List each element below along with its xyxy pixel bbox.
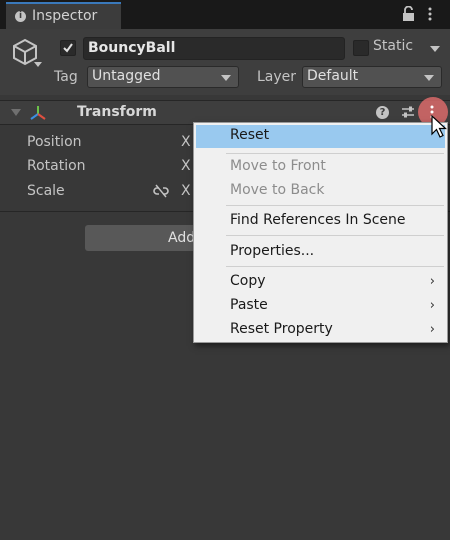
menu-separator: [226, 153, 444, 154]
menu-item-find-references[interactable]: Find References In Scene: [196, 210, 445, 233]
component-title: Transform: [77, 104, 157, 120]
menu-item-label: Move to Back: [230, 182, 325, 198]
menu-separator: [226, 266, 444, 267]
static-checkbox[interactable]: [353, 40, 369, 56]
menu-item-move-to-back: Move to Back: [196, 180, 445, 203]
object-name-field[interactable]: BouncyBall: [83, 37, 345, 60]
scale-x-label[interactable]: X: [181, 183, 191, 199]
tab-label: Inspector: [32, 8, 98, 24]
menu-item-properties[interactable]: Properties...: [196, 241, 445, 264]
tab-inspector[interactable]: i Inspector: [6, 2, 121, 29]
chevron-down-icon: [424, 75, 434, 81]
position-label: Position: [27, 134, 82, 150]
menu-item-reset-property[interactable]: Reset Property ›: [196, 319, 445, 342]
rotation-label: Rotation: [27, 158, 86, 174]
lock-icon[interactable]: [402, 6, 415, 22]
chevron-down-icon[interactable]: [34, 62, 42, 67]
chevron-right-icon: ›: [429, 274, 435, 289]
help-icon[interactable]: ?: [376, 106, 389, 119]
chevron-right-icon: ›: [429, 322, 435, 337]
layer-dropdown[interactable]: Default: [302, 66, 442, 88]
layer-value: Default: [307, 68, 359, 84]
tag-label: Tag: [54, 69, 78, 85]
layer-label: Layer: [257, 69, 297, 85]
menu-item-label: Move to Front: [230, 158, 326, 174]
scale-label: Scale: [27, 183, 65, 199]
active-checkbox[interactable]: [60, 40, 76, 56]
object-header: BouncyBall Static Tag Untagged Layer Def…: [0, 29, 450, 95]
preset-sliders-icon[interactable]: [401, 105, 415, 119]
context-menu: Reset Move to Front Move to Back Find Re…: [193, 122, 448, 343]
menu-item-label: Find References In Scene: [230, 212, 406, 228]
menu-item-label: Reset Property: [230, 321, 333, 337]
menu-item-paste[interactable]: Paste ›: [196, 295, 445, 318]
mouse-cursor-icon: [431, 115, 447, 138]
transform-axes-icon: [30, 106, 46, 120]
menu-item-label: Reset: [230, 127, 270, 143]
menu-item-move-to-front: Move to Front: [196, 156, 445, 179]
menu-separator: [226, 205, 444, 206]
constrain-proportions-icon[interactable]: [153, 184, 169, 198]
tab-bar: i Inspector: [0, 0, 450, 29]
tag-dropdown[interactable]: Untagged: [87, 66, 239, 88]
info-icon: i: [15, 11, 26, 22]
chevron-down-icon: [221, 75, 231, 81]
menu-item-label: Paste: [230, 297, 268, 313]
position-x-label[interactable]: X: [181, 134, 191, 150]
rotation-x-label[interactable]: X: [181, 158, 191, 174]
static-dropdown-icon[interactable]: [430, 46, 440, 52]
menu-item-copy[interactable]: Copy ›: [196, 271, 445, 294]
tag-value: Untagged: [92, 68, 161, 84]
foldout-arrow-icon[interactable]: [11, 109, 21, 116]
chevron-right-icon: ›: [429, 298, 435, 313]
menu-item-label: Properties...: [230, 243, 315, 259]
menu-separator: [226, 235, 444, 236]
more-options-icon[interactable]: [426, 6, 434, 22]
menu-item-label: Copy: [230, 273, 266, 289]
static-label: Static: [373, 38, 414, 54]
menu-item-reset[interactable]: Reset: [196, 125, 445, 148]
checkmark-icon: [63, 43, 73, 53]
